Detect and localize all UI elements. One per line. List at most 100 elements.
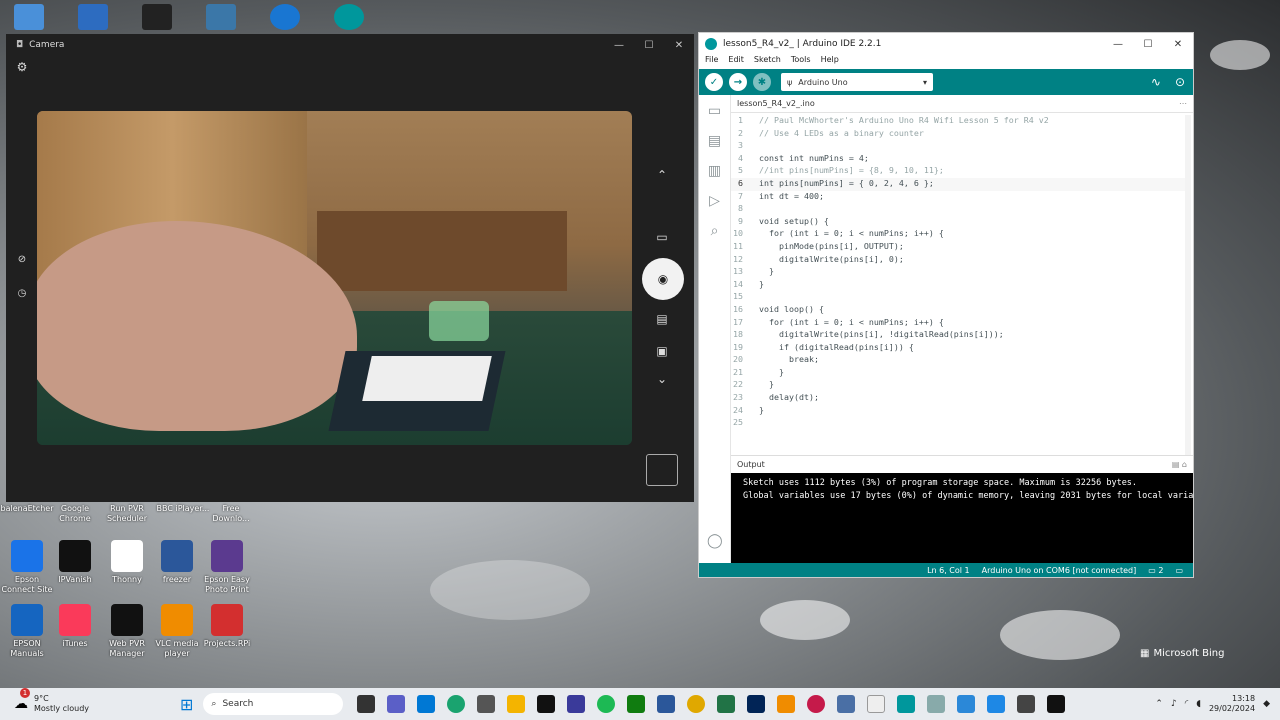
code-text: // Use 4 LEDs as a binary counter [759, 127, 924, 138]
search-icon[interactable]: ⌕ [699, 223, 730, 239]
desktop-icon[interactable]: IPVanish [48, 540, 102, 585]
chevron-up-icon[interactable]: ⌃ [652, 168, 672, 182]
ide-close-button[interactable]: ✕ [1163, 39, 1193, 50]
verify-button[interactable]: ✓ [705, 73, 723, 91]
menu-sketch[interactable]: Sketch [754, 55, 781, 69]
notifications-bell-icon[interactable]: ◆ [1263, 699, 1270, 709]
upload-button[interactable]: → [729, 73, 747, 91]
more-icon[interactable]: ⋯ [1179, 99, 1187, 108]
notepad-icon[interactable] [927, 695, 946, 713]
raspberry-icon[interactable] [807, 695, 826, 713]
desktop-icon[interactable]: Google Chrome [48, 504, 102, 524]
settings-gear-icon[interactable]: ⚙ [12, 60, 32, 74]
panel-toggle-icon[interactable]: ▭ [1175, 566, 1183, 575]
chevron-down-icon[interactable]: ⌄ [652, 372, 672, 386]
profile-icon[interactable]: ◯ [707, 533, 723, 549]
search-box[interactable]: ⌕ Search [203, 693, 344, 715]
library-manager-icon[interactable]: ▥ [699, 163, 730, 179]
video-mode-icon[interactable]: ▭ [652, 230, 672, 244]
barcode-mode-icon[interactable]: ▣ [652, 344, 672, 358]
document-mode-icon[interactable]: ▤ [652, 312, 672, 326]
notifications[interactable]: ▭ 2 [1148, 566, 1163, 575]
file-explorer-icon[interactable] [507, 695, 526, 713]
menu-help[interactable]: Help [821, 55, 839, 69]
desktop-icon[interactable]: VLC media player [150, 604, 204, 659]
plex-icon[interactable] [537, 695, 556, 713]
shutter-button[interactable]: ◉ [642, 258, 684, 300]
excel-icon[interactable] [717, 695, 736, 713]
volume-icon[interactable]: ◖ [1196, 699, 1201, 709]
sketchbook-icon[interactable]: ▭ [699, 103, 730, 119]
xbox-icon[interactable] [627, 695, 646, 713]
remote-icon[interactable] [957, 695, 976, 713]
task-view-icon[interactable] [357, 695, 376, 713]
store-icon[interactable] [477, 695, 496, 713]
terminal-icon[interactable] [1047, 695, 1066, 713]
network-icon[interactable] [78, 4, 108, 30]
lock-icon[interactable]: ▤ ⌂ [1172, 460, 1187, 469]
mic-icon[interactable]: ♪ [1171, 699, 1177, 709]
ide-maximize-button[interactable]: ☐ [1133, 39, 1163, 50]
powershell-icon[interactable] [747, 695, 766, 713]
maximize-button[interactable]: ☐ [634, 40, 664, 51]
edge-icon[interactable] [447, 695, 466, 713]
desktop-icon[interactable]: BBC iPlayer... [156, 504, 210, 514]
user-icon[interactable] [270, 4, 300, 30]
desktop-icon[interactable]: Projects.RPi [200, 604, 254, 649]
minimize-button[interactable]: — [604, 40, 634, 51]
desktop-icon[interactable]: balenaEtcher [0, 504, 54, 514]
menu-edit[interactable]: Edit [728, 55, 744, 69]
code-text: // Paul McWhorter's Arduino Uno R4 Wifi … [759, 115, 1049, 125]
desktop-icon[interactable]: freezer [150, 540, 204, 585]
wifi-icon[interactable]: ◜ [1185, 699, 1189, 709]
ide-menubar: File Edit Sketch Tools Help [699, 55, 1193, 69]
arduino-icon[interactable] [334, 4, 364, 30]
mail-icon[interactable] [417, 695, 436, 713]
desktop-icon[interactable]: EPSON Manuals [0, 604, 54, 659]
desktop-icon[interactable]: iTunes [48, 604, 102, 649]
reader-icon[interactable] [142, 4, 172, 30]
menu-tools[interactable]: Tools [791, 55, 811, 69]
ide-minimize-button[interactable]: — [1103, 39, 1133, 50]
start-windows-icon[interactable]: ⊞ [180, 695, 193, 714]
python-icon[interactable] [206, 4, 236, 30]
desktop-icon[interactable]: Web PVR Manager [100, 604, 154, 659]
output-console[interactable]: Sketch uses 1112 bytes (3%) of program s… [731, 473, 1193, 565]
desktop-icon[interactable]: Free Downlo... [204, 504, 258, 524]
timer-off-icon[interactable]: ◷ [12, 288, 32, 299]
teams-icon[interactable] [387, 695, 406, 713]
clock-date[interactable]: 29/02/2024 [1209, 704, 1255, 714]
desktop-icon[interactable]: Epson Connect Site [0, 540, 54, 595]
hdr-off-icon[interactable]: ⊘ [12, 254, 32, 265]
code-editor[interactable]: 1 // Paul McWhorter's Arduino Uno R4 Wifi… [731, 115, 1187, 455]
arduino-taskbar-icon[interactable] [897, 695, 916, 713]
vlc-icon[interactable] [777, 695, 796, 713]
camera-taskbar-icon[interactable] [1017, 695, 1036, 713]
control-panel-icon[interactable] [14, 4, 44, 30]
gallery-thumbnail[interactable] [646, 454, 678, 486]
ide-title: lesson5_R4_v2_ | Arduino IDE 2.2.1 [723, 39, 882, 49]
debug-button[interactable]: ✱ [753, 73, 771, 91]
weather-widget[interactable]: ☁ 1 9°C Mostly cloudy [0, 688, 170, 714]
tray-chevron-icon[interactable]: ⌃ [1155, 699, 1163, 709]
app-icon[interactable] [567, 695, 586, 713]
clock-time[interactable]: 13:18 [1209, 694, 1255, 704]
desktop-icon[interactable]: Thonny [100, 540, 154, 585]
chrome-icon[interactable] [687, 695, 706, 713]
network-app-icon[interactable] [837, 695, 856, 713]
desktop-icon[interactable]: Run PVR Scheduler [100, 504, 154, 524]
menu-file[interactable]: File [705, 55, 718, 69]
vscode-icon[interactable] [987, 695, 1006, 713]
tab-sketch[interactable]: lesson5_R4_v2_.ino [737, 99, 815, 108]
boards-manager-icon[interactable]: ▤ [699, 133, 730, 149]
thonny-icon[interactable] [867, 695, 886, 713]
serial-monitor-icon[interactable]: ⊙ [1175, 75, 1185, 89]
board-selector[interactable]: ψ Arduino Uno ▾ [781, 73, 933, 91]
serial-plotter-icon[interactable]: ∿ [1151, 75, 1161, 89]
word-icon[interactable] [657, 695, 676, 713]
desktop-icon[interactable]: Epson Easy Photo Print [200, 540, 254, 595]
close-button[interactable]: ✕ [664, 40, 694, 51]
spotify-icon[interactable] [597, 695, 616, 713]
debug-icon[interactable]: ▷ [699, 193, 730, 209]
editor-scrollbar[interactable] [1185, 115, 1191, 455]
